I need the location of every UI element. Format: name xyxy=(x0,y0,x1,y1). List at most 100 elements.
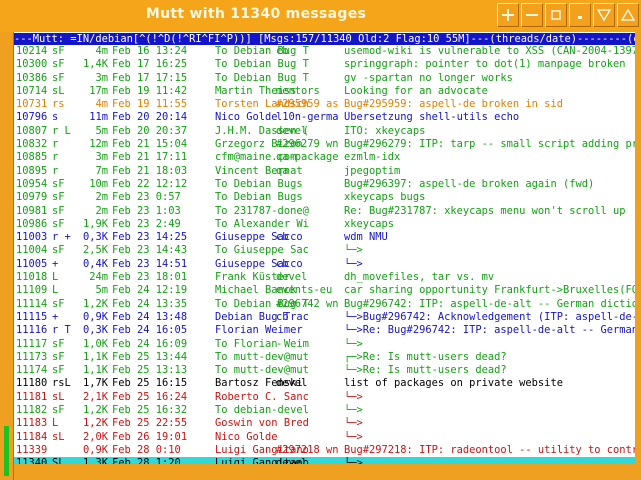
message-row[interactable]: 11004 sF 2,5K Feb 23 14:43 To Giuseppe Sac - └… xyxy=(14,244,635,257)
right-frame xyxy=(635,32,641,480)
message-date: Feb 19 11:42 xyxy=(112,84,188,97)
message-subject: usemod-wiki is vulnerable to XSS (CAN-20… xyxy=(344,45,635,57)
message-row[interactable]: 10885 r 3m Feb 21 17:11 cfm@maine.com qa-pack… xyxy=(14,151,635,164)
message-flags: sF xyxy=(52,244,65,257)
title-bar[interactable]: Mutt with 11340 messages xyxy=(0,0,641,33)
message-from: To Debian Bugs xyxy=(215,191,303,204)
message-row[interactable]: 11005 +0,4K Feb 23 14:51 Giuseppe Sacco cb └─… xyxy=(14,258,635,271)
terminal-area[interactable]: ---Mutt: =IN/debian[^(!^D(!^RI^FI^P))] [… xyxy=(14,32,635,464)
message-number: 11116 xyxy=(16,324,48,337)
message-flags: SL xyxy=(52,457,65,464)
message-subject: └─> xyxy=(344,337,363,350)
message-row[interactable]: 11184 sL 2,0K Feb 26 19:01 Nico Golde └─> xyxy=(14,431,635,444)
message-row[interactable]: 10954 sF 10m Feb 22 12:12 To Debian Bugs Bug#… xyxy=(14,178,635,191)
message-number: 10986 xyxy=(16,217,48,230)
message-date: Feb 20 20:37 xyxy=(112,124,188,137)
message-flags: sF xyxy=(52,177,65,190)
message-row[interactable]: 11183 L 1,2K Feb 25 22:55 Goswin von Bred └─> xyxy=(14,417,635,430)
message-date: Feb 23 1:03 xyxy=(112,204,181,217)
scrollbar-thumb[interactable] xyxy=(4,426,9,476)
scrollbar[interactable] xyxy=(0,32,14,480)
message-subject: └─> xyxy=(344,404,363,417)
message-date: Feb 24 16:09 xyxy=(112,337,188,350)
message-subject: └─>Re: Bug#296742: ITP: aspell-de-alt --… xyxy=(344,324,635,337)
message-row[interactable]: 11174 sF 1,1K Feb 25 13:13 To mutt-dev@mut - └… xyxy=(14,364,635,377)
message-row[interactable]: 11114 sF 1,2K Feb 24 13:35 To Debian Bug T #2… xyxy=(14,298,635,311)
message-row[interactable]: 11182 sF 1,2K Feb 25 16:32 To debian-devel └─… xyxy=(14,404,635,417)
message-index[interactable]: 10214 sF 4m Feb 16 13:24 To Debian Bug Tcb us… xyxy=(14,45,635,464)
message-number: 11174 xyxy=(16,364,48,377)
message-date: Feb 23 14:51 xyxy=(112,257,188,270)
message-row[interactable]: 10979 sF 2m Feb 23 0:57 To Debian Bugs xkeyca… xyxy=(14,191,635,204)
message-row-selected[interactable]: 11340 SL 1,3K Feb 28 1:20 Luigi Gangitano dev… xyxy=(14,457,635,464)
message-flags: sF xyxy=(52,58,65,71)
message-row[interactable]: 10714 sL 17m Feb 19 11:42 Martin Theiss mento… xyxy=(14,85,635,98)
message-date: Feb 16 13:24 xyxy=(112,45,188,57)
message-number: 10981 xyxy=(16,204,48,217)
message-from: Goswin von Bred xyxy=(215,417,309,430)
message-size: 1,1K xyxy=(82,350,108,363)
message-subject: Bug#296279: ITP: tarp -- small script ad… xyxy=(344,138,635,151)
message-list: devel xyxy=(276,271,308,284)
bottom-frame xyxy=(14,464,635,480)
message-row[interactable]: 10300 sF 1,4K Feb 17 16:25 To Debian Bug T sp… xyxy=(14,58,635,71)
message-number: 11003 xyxy=(16,231,48,244)
message-size: 2,5K xyxy=(82,244,108,257)
message-subject: Looking for an advocate xyxy=(344,84,488,97)
message-size: 1,7K xyxy=(82,377,108,390)
message-number: 11183 xyxy=(16,417,48,430)
up-triangle-icon[interactable] xyxy=(617,3,639,27)
message-list: devel xyxy=(276,457,308,464)
message-number: 10386 xyxy=(16,71,48,84)
message-row[interactable]: 10214 sF 4m Feb 16 13:24 To Debian Bug Tcb us… xyxy=(14,45,635,58)
message-date: Feb 21 15:04 xyxy=(112,138,188,151)
message-from: To Debian Bugs xyxy=(215,177,303,190)
message-row[interactable]: 10981 sF 2m Feb 23 1:03 To 231787-done@ Re: B… xyxy=(14,205,635,218)
message-row[interactable]: 11018 L 24m Feb 23 18:01 Frank Küster devel dh… xyxy=(14,271,635,284)
message-row[interactable]: 11109 L 5m Feb 24 12:19 Michael Banck events-… xyxy=(14,284,635,297)
message-row[interactable]: 10807 r L 5m Feb 20 20:37 J.H.M. Dassen (dev… xyxy=(14,125,635,138)
message-size: 12m xyxy=(89,138,108,151)
message-flags: s xyxy=(52,111,59,124)
message-date: Feb 24 13:35 xyxy=(112,297,188,310)
message-row[interactable]: 10986 sF 1,9K Feb 23 2:49 To Alexander Wi xke… xyxy=(14,218,635,231)
message-date: Feb 25 22:55 xyxy=(112,417,188,430)
message-subject: xkeycaps xyxy=(344,217,395,230)
message-date: Feb 21 17:11 xyxy=(112,151,188,164)
message-subject: list of packages on private website xyxy=(344,377,563,390)
message-from: Nico Golde xyxy=(215,430,278,443)
message-row[interactable]: 10731 rs 4m Feb 19 11:55 Torsten Landsch #295… xyxy=(14,98,635,111)
message-row[interactable]: 10386 sF 3m Feb 17 17:15 To Debian Bug T gv -… xyxy=(14,72,635,85)
message-flags: sF xyxy=(52,404,65,417)
message-size: 2m xyxy=(95,204,108,217)
message-size: 1,9K xyxy=(82,217,108,230)
message-row[interactable]: 11173 sF 1,1K Feb 25 13:44 To mutt-dev@mut - ┌… xyxy=(14,351,635,364)
message-flags: sF xyxy=(52,337,65,350)
message-list: qa xyxy=(276,164,289,177)
dot-icon[interactable] xyxy=(569,3,591,27)
message-row[interactable]: 10796 s 11m Feb 20 20:14 Nico Golde l10n-germ… xyxy=(14,111,635,124)
plus-icon[interactable] xyxy=(497,3,519,27)
message-row[interactable]: 11180 rsL 1,7K Feb 25 16:15 Bartosz Fenski de… xyxy=(14,377,635,390)
maximize-icon[interactable] xyxy=(545,3,567,27)
message-flags: sL xyxy=(52,430,65,443)
message-subject: └─>Re: Is mutt-users dead? xyxy=(344,364,507,377)
message-flags: r + xyxy=(52,231,71,244)
message-row[interactable]: 11181 sL 2,1K Feb 25 16:24 Roberto C. Sanc └─… xyxy=(14,391,635,404)
message-row[interactable]: 11116 r T 0,3K Feb 24 16:05 Florian Weimer └─… xyxy=(14,324,635,337)
down-triangle-icon[interactable] xyxy=(593,3,615,27)
message-row[interactable]: 11003 r +0,3K Feb 23 14:25 Giuseppe Sacco cb… xyxy=(14,231,635,244)
message-row[interactable]: 10832 r 12m Feb 21 15:04 Grzegorz Bizon #2962… xyxy=(14,138,635,151)
message-row[interactable]: 10895 r 7m Feb 21 18:03 Vincent Bernat qa jpeg… xyxy=(14,165,635,178)
message-row[interactable]: 11117 sF 1,0K Feb 24 16:09 To Florian Weim - └… xyxy=(14,338,635,351)
message-date: Feb 20 20:14 xyxy=(112,111,188,124)
message-size: 1,3K xyxy=(82,457,108,464)
message-row[interactable]: 11115 +0,9K Feb 24 13:48 Debian Bug Trac cb └… xyxy=(14,311,635,324)
minus-icon[interactable] xyxy=(521,3,543,27)
message-flags: sF xyxy=(52,71,65,84)
message-date: Feb 28 0:10 xyxy=(112,443,181,456)
message-number: 10885 xyxy=(16,151,48,164)
message-number: 10300 xyxy=(16,58,48,71)
message-subject: gv -spartan no longer works xyxy=(344,71,513,84)
message-row[interactable]: 11339 0,9K Feb 28 0:10 Luigi Gangitano #2972… xyxy=(14,444,635,457)
